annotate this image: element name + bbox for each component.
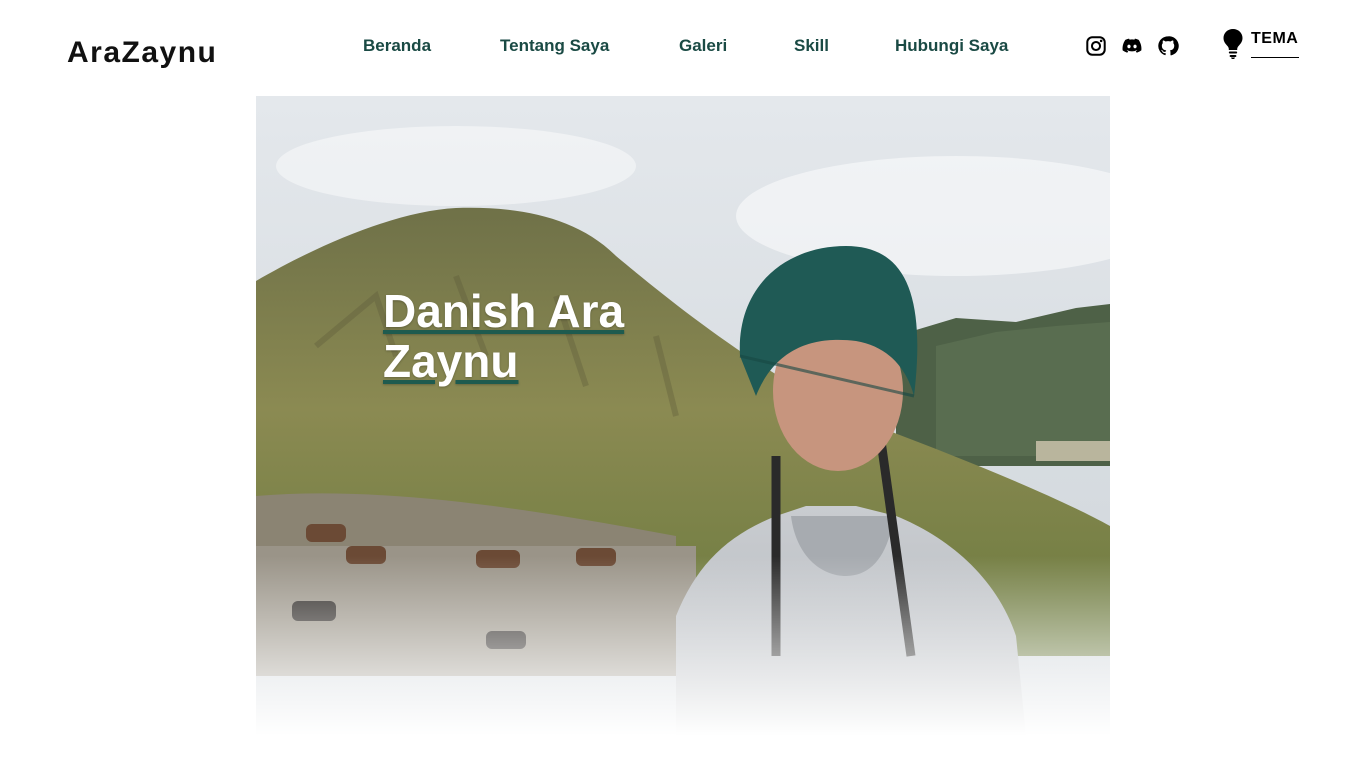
nav-item-hubungi-saya[interactable]: Hubungi Saya [895, 36, 1008, 56]
hero-title-line1: Danish Ara [383, 285, 625, 337]
hero-banner: Danish Ara Zaynu [256, 96, 1110, 736]
hero-title: Danish Ara Zaynu [383, 286, 683, 386]
lightbulb-icon [1221, 28, 1245, 60]
nav-item-skill[interactable]: Skill [794, 36, 829, 56]
theme-label: TEMA [1251, 30, 1299, 47]
theme-toggle-button[interactable]: TEMA [1221, 28, 1301, 62]
nav-item-beranda[interactable]: Beranda [363, 36, 431, 56]
top-navbar: AraZaynu Beranda Tentang Saya Galeri Ski… [0, 0, 1366, 96]
github-icon[interactable] [1157, 35, 1179, 57]
theme-underline [1251, 57, 1299, 58]
social-links [1085, 35, 1185, 59]
nav-item-galeri[interactable]: Galeri [679, 36, 727, 56]
brand-logo[interactable]: AraZaynu [67, 36, 217, 70]
hero-photo [256, 96, 1110, 736]
instagram-icon[interactable] [1085, 35, 1107, 57]
discord-icon[interactable] [1121, 35, 1143, 57]
nav-item-tentang-saya[interactable]: Tentang Saya [500, 36, 609, 56]
hero-title-line2: Zaynu [383, 335, 519, 387]
